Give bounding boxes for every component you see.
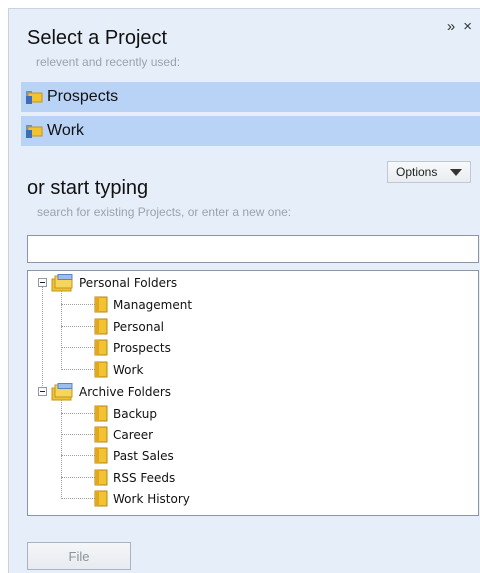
tree-item-label: Personal [113,319,165,334]
tree-item-label: Career [113,427,154,442]
tree-item-label: Work [113,362,144,377]
search-title: or start typing [27,177,149,199]
caret-down-icon [450,169,462,176]
folder-icon [26,124,43,138]
expand-icon[interactable]: » [447,19,455,35]
tree-item-work-history[interactable]: Work History [94,488,190,509]
folder-tree[interactable]: Personal Folders Management Personal Pro… [27,270,479,516]
tree-group-label: Archive Folders [79,384,172,399]
tree-connector [61,291,62,368]
tree-connector [61,477,95,478]
tree-item-management[interactable]: Management [94,294,192,315]
close-icon[interactable]: × [463,19,472,35]
tree-item-past-sales[interactable]: Past Sales [94,445,174,466]
file-button-label: File [68,548,90,564]
tree-group-label: Personal Folders [79,275,178,290]
collapse-toggle[interactable] [38,278,47,287]
collapse-toggle[interactable] [38,387,47,396]
tree-connector [61,369,95,370]
folder-icon [26,90,43,104]
folder-icon [94,318,108,335]
tree-item-label: Work History [113,491,190,506]
tree-item-label: RSS Feeds [113,470,176,485]
tree-item-label: Management [113,297,193,312]
tree-item-label: Prospects [113,340,171,355]
tree-item-label: Past Sales [113,448,174,463]
folder-icon [94,339,108,356]
project-picker-panel: » × Select a Project relevent and recent… [8,8,480,573]
tree-group-personal-folders[interactable]: Personal Folders [50,272,177,293]
search-subtitle: search for existing Projects, or enter a… [37,205,292,219]
tree-connector [61,304,95,305]
recent-project-prospects[interactable]: Prospects [21,82,480,112]
tree-group-archive-folders[interactable]: Archive Folders [50,381,171,402]
tree-item-career[interactable]: Career [94,424,153,445]
folder-icon [94,296,108,313]
folder-icon [94,405,108,422]
folder-icon [94,361,108,378]
tree-connector [61,455,95,456]
tree-connector [61,434,95,435]
options-label: Options [396,165,438,179]
recent-subtitle: relevent and recently used: [36,55,181,69]
folder-icon [94,426,108,443]
tree-item-backup[interactable]: Backup [94,403,157,424]
tree-item-rss-feeds[interactable]: RSS Feeds [94,467,175,488]
search-input[interactable] [27,235,479,263]
tree-connector [61,413,95,414]
tree-connector [61,498,95,499]
window-controls: » × [447,19,472,35]
recent-project-label: Work [47,122,85,139]
tree-item-prospects[interactable]: Prospects [94,337,171,358]
tree-connector [42,283,43,392]
recent-project-work[interactable]: Work [21,116,480,146]
tree-item-personal[interactable]: Personal [94,316,164,337]
folder-icon [94,447,108,464]
folder-icon [94,490,108,507]
tree-connector [61,326,95,327]
tree-item-work[interactable]: Work [94,359,143,380]
folder-stack-icon [51,382,73,400]
tree-connector [61,347,95,348]
folder-icon [94,469,108,486]
recent-project-label: Prospects [47,88,119,105]
folder-stack-icon [51,273,73,291]
tree-item-label: Backup [113,406,157,421]
file-button[interactable]: File [27,542,131,570]
page-title: Select a Project [27,27,168,49]
options-button[interactable]: Options [387,161,471,183]
